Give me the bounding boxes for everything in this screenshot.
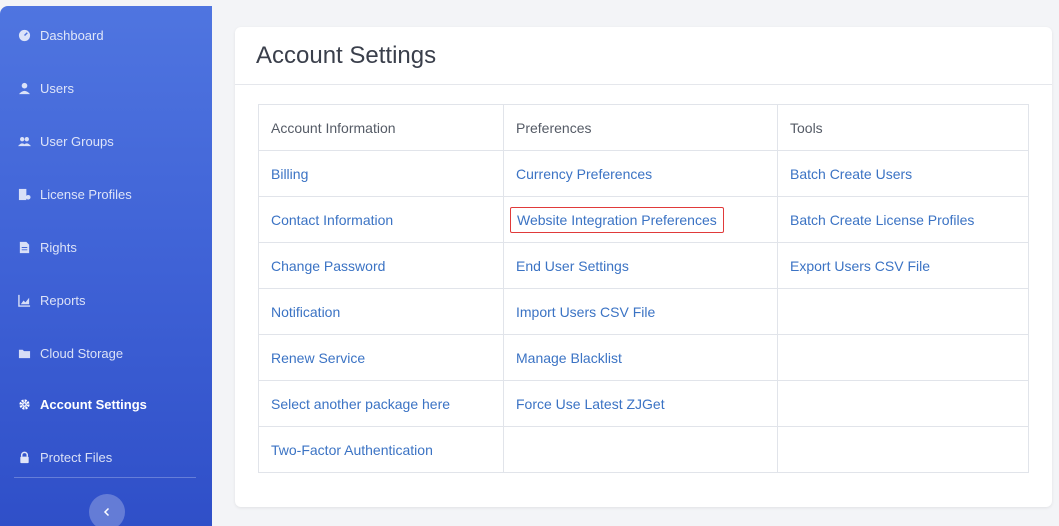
select-another-package-link[interactable]: Select another package here [271,396,450,412]
column-header-account-information: Account Information [258,104,504,151]
sidebar-item-label: User Groups [40,133,114,149]
table-row: Notification Import Users CSV File [258,288,1029,335]
sidebar-item-reports[interactable]: Reports [18,289,86,311]
sidebar: Dashboard Users User Groups License Prof… [0,6,212,526]
notification-link[interactable]: Notification [271,304,340,320]
renew-service-link[interactable]: Renew Service [271,350,365,366]
settings-table: Account Information Preferences Tools Bi… [258,104,1029,473]
contact-information-link[interactable]: Contact Information [271,212,393,228]
user-group-icon [18,135,31,148]
table-cell: End User Settings [503,242,778,289]
sidebar-item-user-groups[interactable]: User Groups [18,130,114,152]
sidebar-collapse-button[interactable] [89,494,125,526]
table-row: Contact Information Website Integration … [258,196,1029,243]
table-cell: Renew Service [258,334,504,381]
page-title: Account Settings [256,41,437,69]
table-cell [503,426,778,473]
change-password-link[interactable]: Change Password [271,258,385,274]
table-cell: Website Integration Preferences [503,196,778,243]
gear-icon [18,398,31,411]
sidebar-item-rights[interactable]: Rights [18,236,77,258]
folder-icon [18,347,31,360]
table-cell [777,288,1029,335]
table-row: Select another package here Force Use La… [258,380,1029,427]
sidebar-item-account-settings[interactable]: Account Settings [18,393,147,415]
billing-link[interactable]: Billing [271,166,308,182]
license-profile-icon [18,188,31,201]
table-cell: Two-Factor Authentication [258,426,504,473]
column-header-tools: Tools [777,104,1029,151]
table-row: Two-Factor Authentication [258,426,1029,473]
table-cell: Batch Create License Profiles [777,196,1029,243]
table-cell [777,334,1029,381]
user-icon [18,82,31,95]
manage-blacklist-link[interactable]: Manage Blacklist [516,350,622,366]
sidebar-divider [14,477,196,478]
table-cell [777,426,1029,473]
dashboard-icon [18,29,31,42]
table-row: Change Password End User Settings Export… [258,242,1029,289]
table-cell: Manage Blacklist [503,334,778,381]
two-factor-authentication-link[interactable]: Two-Factor Authentication [271,442,433,458]
sidebar-item-dashboard[interactable]: Dashboard [18,24,104,46]
table-cell: Export Users CSV File [777,242,1029,289]
table-header-row: Account Information Preferences Tools [258,104,1029,151]
sidebar-item-label: License Profiles [40,186,132,202]
table-cell: Notification [258,288,504,335]
batch-create-users-link[interactable]: Batch Create Users [790,166,912,182]
table-cell: Currency Preferences [503,150,778,197]
sidebar-item-label: Rights [40,239,77,255]
lock-icon [18,451,31,464]
reports-icon [18,294,31,307]
chevron-left-icon [103,507,110,517]
batch-create-license-profiles-link[interactable]: Batch Create License Profiles [790,212,974,228]
end-user-settings-link[interactable]: End User Settings [516,258,629,274]
sidebar-item-label: Dashboard [40,27,104,43]
sidebar-item-label: Users [40,80,74,96]
table-cell: Change Password [258,242,504,289]
force-use-latest-zjget-link[interactable]: Force Use Latest ZJGet [516,396,665,412]
sidebar-item-cloud-storage[interactable]: Cloud Storage [18,342,123,364]
card-header: Account Settings [235,27,1052,85]
table-cell: Batch Create Users [777,150,1029,197]
table-cell: Billing [258,150,504,197]
sidebar-item-label: Reports [40,292,86,308]
table-cell: Contact Information [258,196,504,243]
rights-icon [18,241,31,254]
table-cell: Select another package here [258,380,504,427]
table-row: Renew Service Manage Blacklist [258,334,1029,381]
website-integration-preferences-link[interactable]: Website Integration Preferences [510,206,724,233]
sidebar-item-protect-files[interactable]: Protect Files [18,446,112,468]
account-settings-card: Account Settings Account Information Pre… [235,27,1052,507]
table-cell: Import Users CSV File [503,288,778,335]
sidebar-item-label: Account Settings [40,396,147,412]
table-cell: Force Use Latest ZJGet [503,380,778,427]
sidebar-item-license-profiles[interactable]: License Profiles [18,183,132,205]
import-users-csv-file-link[interactable]: Import Users CSV File [516,304,655,320]
table-cell [777,380,1029,427]
sidebar-item-label: Cloud Storage [40,345,124,361]
table-row: Billing Currency Preferences Batch Creat… [258,150,1029,197]
sidebar-item-users[interactable]: Users [18,77,74,99]
export-users-csv-file-link[interactable]: Export Users CSV File [790,258,930,274]
column-header-preferences: Preferences [503,104,778,151]
sidebar-item-label: Protect Files [40,449,113,465]
currency-preferences-link[interactable]: Currency Preferences [516,166,652,182]
